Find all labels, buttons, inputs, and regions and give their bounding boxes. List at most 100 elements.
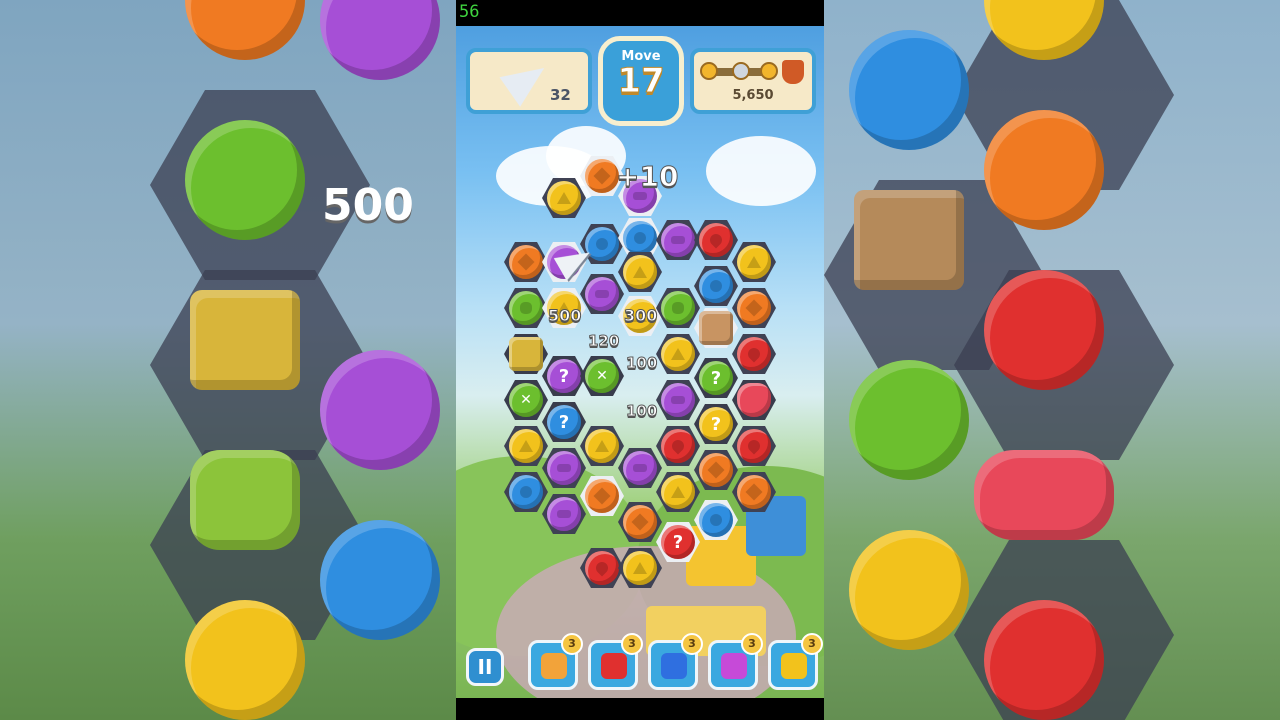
booster-count-badge: 3 — [681, 633, 703, 655]
bonus-popup: +10 — [615, 160, 679, 194]
red-chip[interactable] — [699, 223, 733, 257]
blue-question-chip[interactable]: ? — [547, 405, 581, 439]
purple-chip-symbol — [557, 464, 571, 472]
blue-chip-symbol — [596, 238, 608, 250]
purple-chip-symbol — [633, 192, 647, 200]
yellow-chip[interactable] — [547, 181, 581, 215]
red-chip[interactable] — [737, 429, 771, 463]
background-left: 500 — [0, 0, 456, 720]
red-chip-symbol — [745, 345, 763, 363]
yellow-chip[interactable] — [737, 245, 771, 279]
orange-chip-symbol — [593, 487, 611, 505]
pause-button[interactable]: II — [466, 648, 504, 686]
yellow-chip-symbol — [519, 440, 533, 452]
yellow-chip[interactable] — [623, 551, 657, 585]
trophy-icon — [782, 60, 804, 84]
purple-chip[interactable] — [547, 497, 581, 531]
blue-chip[interactable] — [699, 503, 733, 537]
bg-red-chip — [984, 600, 1104, 720]
horn-booster-button[interactable]: 3 — [768, 633, 823, 690]
background-right — [824, 0, 1280, 720]
plane-goal-count: 32 — [550, 86, 571, 104]
spinning-top[interactable] — [737, 383, 771, 417]
orange-chip-symbol — [745, 483, 763, 501]
plane-goal-panel: 32 — [466, 48, 592, 114]
bg-yellow-chip — [185, 600, 305, 720]
purple-chip[interactable] — [661, 383, 695, 417]
orange-chip-symbol — [707, 461, 725, 479]
spoon-booster-button[interactable]: 3 — [648, 633, 703, 690]
red-question-chip[interactable]: ? — [661, 525, 695, 559]
horn-icon — [781, 653, 807, 679]
green-x-chip[interactable]: ✕ — [585, 359, 619, 393]
yellow-chip-symbol — [557, 192, 571, 204]
star-icon — [700, 62, 718, 80]
purple-question-chip[interactable]: ? — [547, 359, 581, 393]
blue-chip-symbol — [520, 486, 532, 498]
yellow-chip[interactable] — [623, 255, 657, 289]
score-panel: 5,650 — [690, 48, 816, 114]
purple-chip[interactable] — [547, 451, 581, 485]
blue-chip[interactable] — [699, 269, 733, 303]
yellow-chip-symbol — [633, 562, 647, 574]
green-chip[interactable] — [661, 291, 695, 325]
red-chip[interactable] — [737, 337, 771, 371]
score-popup: 500 — [547, 306, 582, 326]
yellow-chip[interactable] — [661, 337, 695, 371]
purple-chip[interactable] — [585, 277, 619, 311]
yellow-chip[interactable] — [585, 429, 619, 463]
orange-chip[interactable] — [737, 475, 771, 509]
bg-green-x-chip — [190, 450, 300, 550]
green-x-chip[interactable]: ✕ — [509, 383, 543, 417]
ribbon-booster-button[interactable]: 3 — [708, 633, 763, 690]
paper-plane-icon — [499, 53, 555, 107]
tnt-chest[interactable] — [509, 337, 543, 371]
yellow-question-chip[interactable]: ? — [699, 407, 733, 441]
orange-chip[interactable] — [585, 159, 619, 193]
score-popup: 120 — [587, 332, 620, 351]
orange-chip[interactable] — [623, 505, 657, 539]
boxing-glove-booster-button[interactable]: 3 — [588, 633, 643, 690]
bg-purple-question-chip — [320, 350, 440, 470]
fps-counter: 56 — [459, 2, 480, 22]
score-popup: 100 — [625, 354, 658, 373]
spoon-icon — [661, 653, 687, 679]
orange-chip[interactable] — [699, 453, 733, 487]
orange-chip[interactable] — [737, 291, 771, 325]
bg-500-text: 500 — [322, 180, 414, 231]
blue-chip-symbol — [710, 514, 722, 526]
score-popup: 100 — [625, 402, 658, 421]
green-question-chip[interactable]: ? — [699, 361, 733, 395]
blue-chip[interactable] — [509, 475, 543, 509]
star-icon — [760, 62, 778, 80]
bg-yellow-question-chip — [849, 530, 969, 650]
yellow-chip-symbol — [671, 348, 685, 360]
red-chip[interactable] — [585, 551, 619, 585]
yellow-chip[interactable] — [509, 429, 543, 463]
scissors-booster-button[interactable]: 3 — [528, 633, 583, 690]
purple-chip-symbol — [633, 464, 647, 472]
orange-chip[interactable] — [585, 479, 619, 513]
orange-chip[interactable] — [509, 245, 543, 279]
bg-orange-chip — [185, 0, 305, 60]
yellow-chip[interactable] — [661, 475, 695, 509]
orange-chip-symbol — [593, 167, 611, 185]
blue-chip[interactable] — [623, 221, 657, 255]
bg-green-question-chip — [849, 360, 969, 480]
wooden-crate[interactable] — [699, 311, 733, 345]
orange-chip-symbol — [631, 513, 649, 531]
purple-chip-symbol — [557, 510, 571, 518]
moves-panel: Move 17 — [598, 36, 684, 126]
red-chip[interactable] — [661, 429, 695, 463]
bg-green-chip — [185, 120, 305, 240]
green-chip[interactable] — [509, 291, 543, 325]
purple-chip-symbol — [595, 290, 609, 298]
purple-chip[interactable] — [623, 451, 657, 485]
moves-left: 17 — [617, 61, 665, 101]
purple-chip-symbol — [671, 236, 685, 244]
orange-chip-symbol — [745, 299, 763, 317]
yellow-chip-symbol — [747, 256, 761, 268]
bg-spinning-top — [974, 450, 1114, 540]
star-icon — [732, 62, 750, 80]
purple-chip[interactable] — [661, 223, 695, 257]
